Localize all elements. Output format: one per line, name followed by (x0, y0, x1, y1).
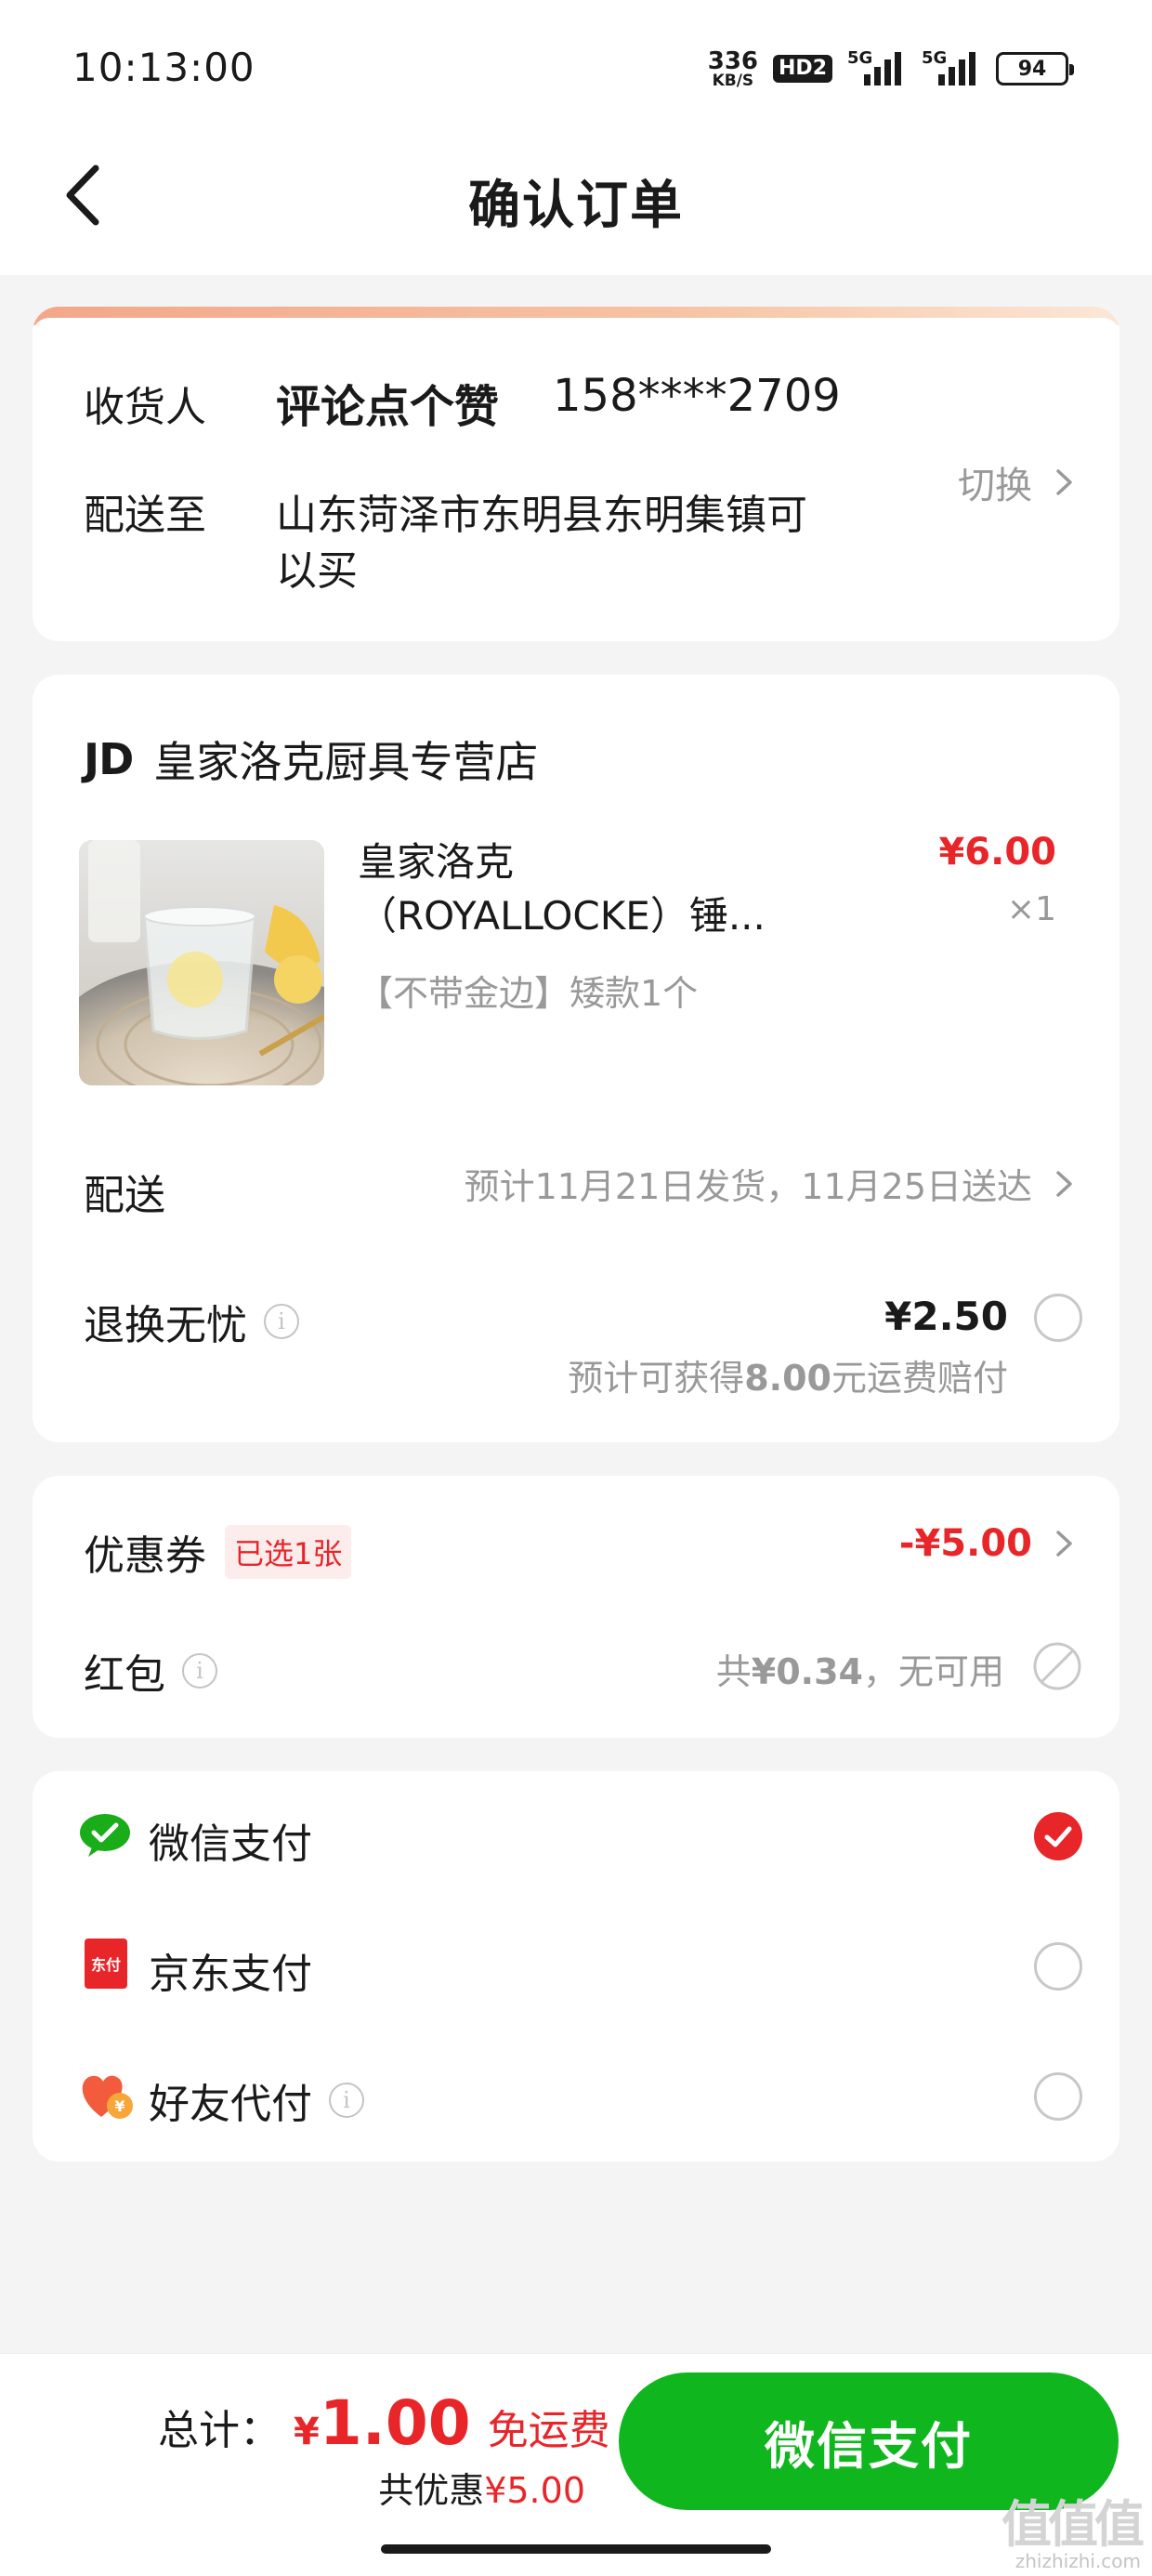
red-packet-label: 红包 (84, 1651, 165, 1699)
bottom-checkout-bar: 总计： ¥ 1.00 免运费 共优惠¥5.00 微信支付 (0, 2353, 1152, 2576)
delivery-label: 配送 (84, 1172, 165, 1219)
switch-address-button[interactable]: 切换 (958, 455, 1082, 509)
jd-pay-icon: 东付 (85, 1939, 127, 1989)
product-price: ¥6.00 (938, 831, 1056, 874)
address-card-gradient (33, 307, 1119, 335)
network-speed-unit: KB/S (712, 71, 754, 90)
watermark-logo: 值值值 (1001, 2495, 1145, 2554)
home-indicator[interactable] (381, 2544, 771, 2554)
discount-card: 优惠券 已选1张 -¥5.00 红包 i 共¥0.34，无可用 (33, 1476, 1119, 1738)
signal-5g-icon-2: 5G (922, 48, 981, 89)
total-amount: 1.00 (319, 2387, 471, 2459)
payment-option-friend[interactable]: ¥ 好友代付 i (33, 2031, 1119, 2162)
jd-logo-icon: JD (84, 734, 134, 784)
hd-voice-icon: HD2 (773, 55, 832, 83)
return-service-price: ¥2.50 (884, 1294, 1008, 1339)
coupon-label: 优惠券 (84, 1532, 206, 1580)
chevron-right-icon (1056, 469, 1072, 495)
watermark-site: zhizhizhi.com (1015, 2550, 1141, 2572)
discount-prefix: 共优惠 (378, 2470, 485, 2511)
signal-5g-icon-1: 5G (847, 48, 907, 89)
recipient-label: 收货人 (84, 384, 206, 431)
switch-address-label: 切换 (958, 465, 1032, 507)
discount-amount: ¥5.00 (484, 2470, 585, 2511)
chevron-right-icon (1056, 1531, 1072, 1557)
coupon-selected-badge: 已选1张 (225, 1525, 352, 1579)
free-shipping-label: 免运费 (487, 2407, 610, 2454)
pay-button[interactable]: 微信支付 (619, 2372, 1119, 2510)
return-note-prefix: 预计可获得 (568, 1358, 745, 1399)
return-note-amount: 8.00 (744, 1358, 831, 1399)
info-icon[interactable]: i (329, 2083, 364, 2118)
status-time: 10:13:00 (72, 45, 255, 90)
red-packet-amount: ¥0.34 (751, 1651, 863, 1692)
coupon-selector[interactable]: -¥5.00 (899, 1522, 1082, 1565)
product-quantity: ×1 (1006, 890, 1056, 928)
payment-option-jd[interactable]: 东付 京东支付 (33, 1901, 1119, 2031)
coupon-label-group: 优惠券 已选1张 (84, 1522, 352, 1582)
product-title-line-1[interactable]: 皇家洛克 (358, 831, 514, 887)
payment-methods-card: 微信支付 东付 京东支付 ¥ 好友代付 i (33, 1771, 1119, 2162)
payment-option-wechat[interactable]: 微信支付 (33, 1771, 1119, 1901)
info-icon[interactable]: i (182, 1653, 217, 1689)
friend-pay-label-group: 好友代付 i (149, 2070, 364, 2130)
total-summary: 总计： ¥ 1.00 免运费 (158, 2387, 610, 2459)
address-card[interactable]: 收货人 评论点个赞 158****2709 配送至 山东菏泽市东明县东明集镇可 … (33, 307, 1119, 641)
payment-radio-wechat[interactable] (1034, 1812, 1082, 1860)
return-service-note: 预计可获得8.00元运费赔付 (568, 1349, 1008, 1400)
jd-pay-icon-text: 东付 (90, 1956, 121, 1974)
product-glass-image (79, 840, 324, 1085)
network-speed: 336 KB/S (708, 49, 758, 89)
watermark: 值值值 zhizhizhi.com (1001, 2495, 1145, 2573)
delivery-estimate: 预计11月21日发货，11月25日送达 (464, 1166, 1032, 1207)
total-discount: 共优惠¥5.00 (378, 2462, 585, 2513)
payment-label-jd: 京东支付 (149, 1951, 312, 1998)
nav-bar: 确认订单 (0, 139, 1152, 251)
red-packet-prefix: 共 (715, 1651, 752, 1692)
return-service-radio[interactable] (1034, 1294, 1082, 1342)
recipient-phone: 158****2709 (553, 370, 841, 422)
coupon-value: -¥5.00 (898, 1522, 1032, 1565)
payment-radio-jd[interactable] (1034, 1942, 1082, 1991)
svg-text:¥: ¥ (114, 2097, 124, 2115)
status-bar: 10:13:00 336 KB/S HD2 5G 5G 94 (0, 0, 1152, 130)
status-icons: 336 KB/S HD2 5G 5G 94 (708, 45, 1074, 93)
friend-pay-icon: ¥ (82, 2075, 133, 2119)
unavailable-icon (1033, 1642, 1081, 1690)
address-line-2: 以买 (276, 547, 358, 595)
info-icon[interactable]: i (264, 1304, 299, 1339)
product-spec: 【不带金边】矮款1个 (358, 973, 699, 1014)
total-label: 总计： (158, 2407, 281, 2454)
red-packet-label-group: 红包 i (84, 1641, 217, 1701)
store-header[interactable]: JD 皇家洛克厨具专营店 (84, 729, 538, 790)
recipient-name: 评论点个赞 (276, 381, 500, 433)
red-packet-value: 共¥0.34，无可用 (716, 1643, 1004, 1694)
delivery-time-selector[interactable]: 预计11月21日发货，11月25日送达 (465, 1158, 1082, 1209)
payment-label-wechat: 微信支付 (149, 1820, 312, 1868)
page-title: 确认订单 (468, 176, 684, 236)
chevron-right-icon (1056, 1170, 1072, 1197)
return-service-label-group: 退换无忧 i (84, 1292, 299, 1351)
checkmark-icon (1044, 1826, 1072, 1847)
battery-icon: 94 (996, 52, 1074, 85)
product-title-line-2[interactable]: （ROYALLOCKE）锤... (358, 885, 766, 941)
wechat-pay-icon (80, 1814, 130, 1857)
return-service-label: 退换无忧 (84, 1302, 247, 1349)
address-line-1: 山东菏泽市东明县东明集镇可 (276, 492, 807, 539)
battery-level: 94 (1017, 57, 1047, 81)
total-currency: ¥ (294, 2411, 320, 2453)
order-card: JD 皇家洛克厨具专营店 皇家洛克 （ROYALLOCKE）锤... 【不带金边… (33, 675, 1119, 1442)
top-header-area: 10:13:00 336 KB/S HD2 5G 5G 94 确认订单 (0, 0, 1152, 275)
network-speed-value: 336 (707, 46, 759, 75)
red-packet-suffix: ，无可用 (862, 1651, 1004, 1692)
deliver-to-label: 配送至 (84, 492, 206, 539)
payment-label-friend: 好友代付 (149, 2081, 312, 2128)
return-note-suffix: 元运费赔付 (831, 1358, 1008, 1399)
product-image[interactable] (79, 840, 324, 1085)
store-name: 皇家洛克厨具专营店 (153, 737, 539, 787)
payment-radio-friend[interactable] (1034, 2072, 1082, 2121)
